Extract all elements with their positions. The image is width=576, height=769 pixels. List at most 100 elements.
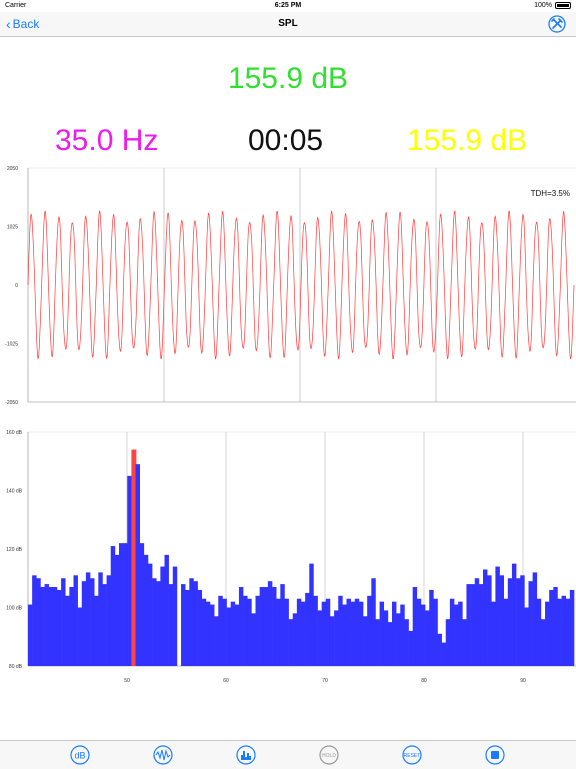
spectrum-bar (267, 581, 273, 666)
spectrum-bar (73, 575, 78, 666)
spectrum-bar (499, 575, 504, 666)
waveform-y-tick: 2050 (7, 166, 18, 172)
spectrum-bar (404, 619, 409, 666)
spectrum-y-tick: 80 dB (9, 664, 23, 670)
spectrum-bar (487, 575, 492, 666)
sound-level-readout: 155.9 dB (227, 62, 349, 95)
spectrum-bar (28, 604, 33, 666)
bottom-toolbar: dB HOLD RESET (0, 740, 576, 769)
spectrum-bar (317, 610, 322, 666)
spectrum-bar (420, 604, 426, 666)
spectrum-bar (503, 598, 509, 666)
spectrum-bar (437, 633, 442, 666)
navigation-bar: ‹ Back SPL (0, 12, 576, 37)
spectrum-bar (288, 619, 294, 666)
spectrum-x-tick: 60 (223, 678, 229, 684)
spectrum-bar (553, 587, 558, 666)
spectrum-bar (321, 601, 327, 666)
spectrum-bar (466, 584, 471, 666)
battery-indicator: 100% (534, 2, 571, 9)
reset-button[interactable]: RESET (402, 745, 422, 765)
timer-readout: 00:05 (248, 124, 324, 157)
spectrum-bar (247, 598, 252, 666)
spectrum-bar (238, 587, 244, 666)
spectrum-bar (65, 595, 70, 666)
spectrum-bar (110, 546, 116, 666)
waveform-tab-icon[interactable] (153, 745, 173, 765)
spectrum-chart: 160 dB 140 dB 120 dB 100 dB 80 dB 50 60 70 80 90 (6, 430, 576, 684)
spectrum-y-tick: 100 dB (6, 606, 23, 612)
spectrum-bar (387, 622, 393, 667)
spectrum-bar (462, 619, 467, 666)
spectrum-bar (396, 613, 401, 666)
page-title: SPL (278, 18, 298, 29)
spectrum-bar (532, 572, 538, 666)
spectrum-bar (296, 598, 302, 666)
spectrum-bar (193, 581, 198, 666)
spectrum-bar (234, 604, 240, 666)
spectrum-bar (251, 613, 256, 666)
readout-row: 35.0 Hz 00:05 155.9 dB (0, 124, 576, 164)
spectrum-bar (139, 543, 145, 666)
spectrum-bar (36, 578, 41, 666)
stop-icon (491, 751, 499, 759)
frequency-readout: 35.0 Hz (55, 124, 159, 157)
spectrum-bar (90, 578, 95, 666)
spectrum-x-tick: 50 (124, 678, 130, 684)
spectrum-bar (363, 616, 368, 666)
spectrum-bar (119, 543, 124, 666)
spectrum-bar (540, 619, 546, 666)
spectrum-bar (441, 642, 447, 666)
spectrum-bar (371, 578, 376, 666)
spectrum-bar (201, 598, 207, 666)
spectrum-y-tick: 120 dB (6, 547, 23, 553)
spectrum-bar (123, 543, 128, 666)
spectrum-bar (156, 581, 161, 666)
spectrum-bar (549, 589, 554, 666)
waveform-y-tick: 0 (15, 283, 18, 289)
spectrum-bar (280, 584, 285, 666)
peak-level-readout: 155.9 dB (407, 124, 528, 157)
spectrum-bar (230, 601, 236, 666)
spectrum-bar (164, 554, 169, 666)
spectrum-bar (433, 598, 438, 666)
spectrum-bar (85, 572, 91, 666)
db-tab-label: dB (74, 751, 85, 761)
spectrum-bar (168, 584, 174, 666)
spectrum-bar (379, 601, 385, 666)
spectrum-bar (458, 601, 463, 666)
waveform-chart: 2050 1025 0 -1025 -2050 TDH=3.5% (5, 166, 576, 406)
spectrum-bar (309, 563, 314, 667)
spectrum-bar (474, 578, 480, 666)
spectrum-bar (102, 584, 107, 666)
spectrum-bar (367, 595, 372, 666)
spectrum-bar (507, 578, 513, 666)
spectrum-bar (449, 598, 455, 666)
db-meter-tab-icon[interactable]: dB (70, 745, 90, 765)
spectrum-bar (61, 578, 66, 666)
spectrum-bar (561, 595, 567, 666)
spectrum-x-tick: 80 (421, 678, 427, 684)
spectrum-tab-icon[interactable] (236, 745, 256, 765)
spectrum-bar (400, 604, 405, 666)
stop-button[interactable] (485, 745, 505, 765)
spectrum-bar (181, 584, 186, 666)
spectrum-bar (44, 584, 49, 666)
spectrum-bar (329, 616, 335, 666)
spectrum-x-tick: 70 (322, 678, 328, 684)
spectrum-bar (557, 598, 562, 666)
distortion-annotation: TDH=3.5% (531, 189, 570, 198)
spectrum-bar (276, 598, 281, 666)
spectrum-bar (40, 587, 45, 666)
spectrum-bar (416, 598, 422, 666)
hold-button[interactable]: HOLD (319, 745, 339, 765)
clock: 6:25 PM (274, 2, 302, 9)
spectrum-bar (222, 598, 227, 666)
spectrum-bar (305, 592, 310, 667)
spectrum-y-tick: 160 dB (6, 430, 23, 436)
spectrum-bar (81, 581, 87, 666)
spectrum-bar (495, 566, 500, 666)
tools-icon[interactable] (548, 15, 566, 33)
spectrum-bar (135, 464, 140, 666)
spectrum-bar (205, 601, 211, 666)
